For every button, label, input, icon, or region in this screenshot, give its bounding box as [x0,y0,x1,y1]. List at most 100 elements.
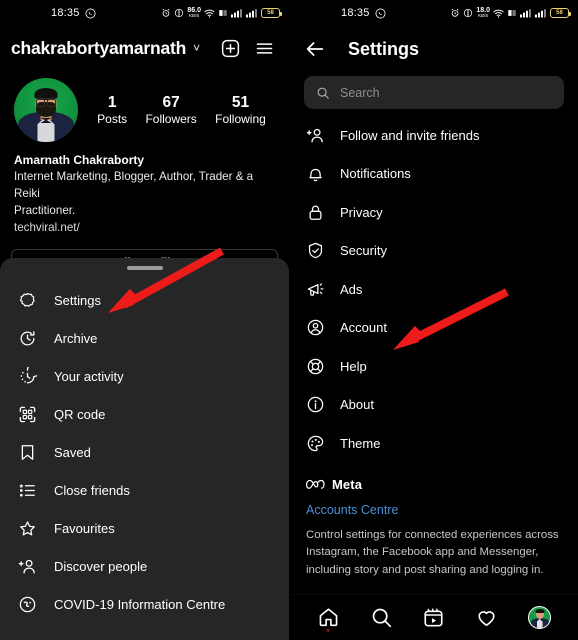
search-placeholder: Search [340,85,380,100]
settings-item-label: Privacy [340,204,383,220]
meta-description: Control settings for connected experienc… [306,527,562,580]
wifi-icon [493,8,504,19]
settings-item-ads[interactable]: Ads [290,270,578,309]
help-lifebuoy-icon [306,357,325,376]
stat-posts-label: Posts [97,111,128,126]
search-icon [316,86,330,100]
menu-item-close-friends[interactable]: Close friends [0,472,289,510]
settings-item-about[interactable]: About [290,386,578,425]
menu-item-covid-info[interactable]: COVID-19 Information Centre [0,586,289,624]
settings-item-account[interactable]: Account [290,309,578,348]
discover-people-icon [18,557,37,576]
menu-item-saved[interactable]: Saved [0,434,289,472]
menu-label: Archive [54,331,98,346]
menu-label: Discover people [54,559,148,574]
menu-label: Saved [54,445,91,460]
profile-stats: 1 Posts 67 Followers 51 Following [78,93,275,128]
menu-item-favourites[interactable]: Favourites [0,510,289,548]
settings-item-help[interactable]: Help [290,347,578,386]
nav-search-icon[interactable] [366,603,396,633]
signal-bars-icon-2 [535,8,547,18]
status-bar-right: 18:35 18.0 KB/S 58 [290,0,578,26]
menu-item-archive[interactable]: Archive [0,320,289,358]
menu-item-discover-people[interactable]: Discover people [0,548,289,586]
status-bar-left: 18:35 86.0 KB/S 58 [0,0,289,26]
theme-palette-icon [306,434,325,453]
add-post-icon[interactable] [216,34,244,62]
meta-infinity-icon [306,478,325,491]
menu-item-settings[interactable]: Settings [0,282,289,320]
network-speed-indicator: 18.0 KB/S [476,7,490,19]
meta-branding: Meta [306,477,562,492]
vpn-icon [218,8,228,18]
avatar[interactable] [14,78,78,142]
profile-website-link[interactable]: techviral.net/ [14,220,275,237]
settings-item-privacy[interactable]: Privacy [290,193,578,232]
profile-summary: 1 Posts 67 Followers 51 Following [0,70,289,142]
stat-followers-label: Followers [145,111,197,126]
whatsapp-icon [85,8,96,19]
signal-bars-icon [520,8,532,18]
profile-screen: 18:35 86.0 KB/S 58 chakrabortyamarnath ˅… [0,0,289,640]
security-shield-icon [306,241,325,260]
status-time: 18:35 [51,7,80,19]
menu-label: QR code [54,407,106,422]
back-arrow-icon[interactable] [304,38,326,60]
dual-screenshot-container: 18:35 86.0 KB/S 58 chakrabortyamarnath ˅… [0,0,578,640]
meta-description-line-1: Control settings for connected experienc… [306,528,559,541]
status-time: 18:35 [341,7,370,19]
display-name: Amarnath Chakraborty [14,153,145,167]
settings-item-label: Theme [340,435,381,451]
settings-item-security[interactable]: Security [290,232,578,271]
ads-megaphone-icon [306,280,325,299]
stat-posts-count: 1 [107,93,117,111]
settings-screen: 18:35 18.0 KB/S 58 Settings Search Follo… [289,0,578,640]
search-input[interactable]: Search [304,76,564,109]
stat-following-count: 51 [231,93,250,111]
settings-item-notifications[interactable]: Notifications [290,155,578,194]
menu-label: Settings [54,293,101,308]
hamburger-menu-icon[interactable] [250,34,278,62]
battery-indicator: 58 [261,8,282,18]
battery-indicator: 58 [550,8,571,18]
alarm-icon [450,8,460,18]
chevron-down-icon[interactable]: ˅ [193,41,200,55]
network-speed-indicator: 86.0 KB/S [187,7,201,19]
accounts-centre-link[interactable]: Accounts Centre [306,503,562,517]
meta-description-line-2: Instagram, the Facebook app and Messenge… [306,546,539,559]
whatsapp-icon [375,8,386,19]
settings-item-label: Security [340,243,387,259]
settings-item-label: Account [340,320,387,336]
battery-level-text: 58 [556,10,563,16]
about-info-icon [306,395,325,414]
settings-item-label: Follow and invite friends [340,127,480,143]
saved-bookmark-icon [18,443,37,462]
settings-item-theme[interactable]: Theme [290,424,578,463]
nav-home-indicator-dot [326,628,330,632]
nav-reels-icon[interactable] [419,603,449,633]
menu-label: Your activity [54,369,124,384]
alarm-icon [161,8,171,18]
privacy-lock-icon [306,203,325,222]
profile-menu-sheet: Settings Archive Your activity QR code S… [0,258,289,640]
nav-home-icon[interactable] [313,603,343,633]
do-not-disturb-icon [463,8,473,18]
bio-line-1: Internet Marketing, Blogger, Author, Tra… [14,170,254,201]
settings-item-follow-and-invite-friends[interactable]: Follow and invite friends [290,116,578,155]
nav-heart-icon[interactable] [472,603,502,633]
stat-followers[interactable]: 67 Followers [145,93,196,128]
covid-info-icon [18,595,37,614]
menu-item-qr-code[interactable]: QR code [0,396,289,434]
username-label[interactable]: chakrabortyamarnath [11,38,186,59]
account-person-icon [306,318,325,337]
stat-following[interactable]: 51 Following [215,93,266,128]
menu-label: Close friends [54,483,130,498]
menu-item-your-activity[interactable]: Your activity [0,358,289,396]
profile-menu-list: Settings Archive Your activity QR code S… [0,270,289,624]
stat-posts[interactable]: 1 Posts [97,93,127,128]
your-activity-clock-icon [18,367,37,386]
profile-bio: Amarnath Chakraborty Internet Marketing,… [0,142,289,237]
battery-level-text: 58 [267,10,274,16]
meta-description-line-3: including story and post sharing and log… [306,563,544,576]
nav-profile-avatar[interactable] [525,603,555,633]
